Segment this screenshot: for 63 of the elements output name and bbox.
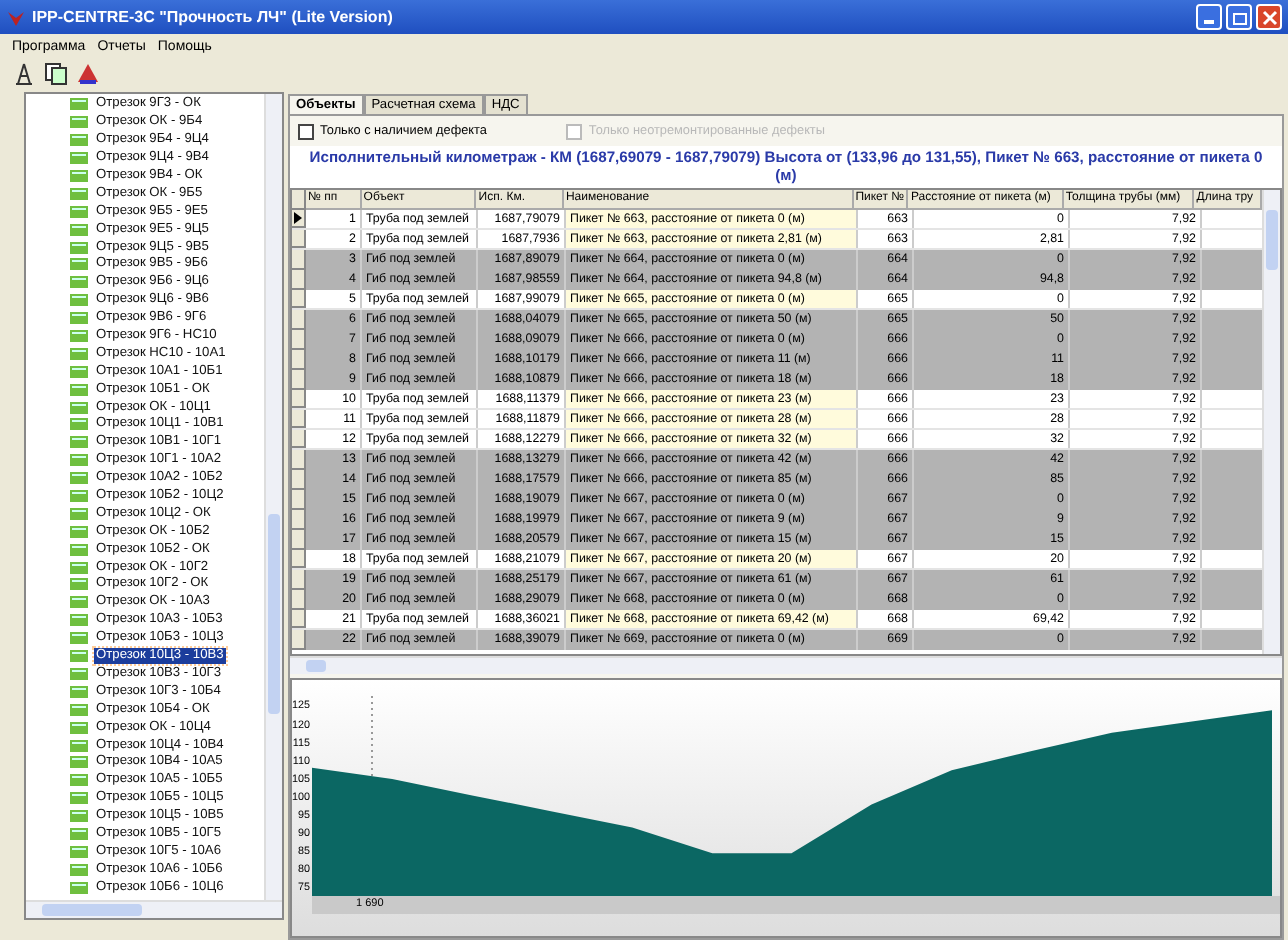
maximize-button[interactable]: [1226, 4, 1252, 30]
segment-icon: [70, 330, 88, 343]
scrollbar[interactable]: [264, 94, 282, 900]
segment-icon: [70, 312, 88, 325]
pyramid-icon[interactable]: [76, 62, 100, 86]
scrollbar[interactable]: [290, 656, 1282, 674]
restore-icon: [1231, 9, 1247, 25]
segment-icon: [70, 205, 88, 218]
current-row-icon: [294, 212, 302, 224]
scrollbar[interactable]: [26, 900, 282, 918]
segment-icon: [70, 685, 88, 698]
segment-icon: [70, 507, 88, 520]
segment-icon: [70, 561, 88, 574]
window-title: IPP-CENTRE-3C "Прочность ЛЧ" (Lite Version): [32, 8, 395, 26]
segment-icon: [70, 810, 88, 823]
segment-icon: [70, 98, 88, 111]
segment-icon: [70, 632, 88, 645]
segment-icon: [70, 418, 88, 431]
segment-icon: [70, 134, 88, 147]
segment-icon: [70, 578, 88, 591]
segment-icon: [70, 650, 88, 663]
segment-icon: [70, 490, 88, 503]
minimize-button[interactable]: [1196, 4, 1222, 30]
segment-icon: [70, 739, 88, 751]
segment-icon: [70, 472, 88, 485]
segment-icon: [70, 347, 88, 360]
tower-icon[interactable]: [12, 62, 36, 86]
segment-icon: [70, 187, 88, 200]
segment-icon: [70, 525, 88, 538]
segment-icon: [70, 170, 88, 182]
app-icon: [6, 7, 26, 27]
segment-icon: [70, 845, 88, 858]
segment-icon: [70, 596, 88, 609]
scrollbar[interactable]: [1262, 190, 1280, 654]
checkbox[interactable]: [298, 123, 314, 139]
segment-icon: [70, 454, 88, 467]
segment-icon: [70, 703, 88, 716]
close-button[interactable]: [1256, 4, 1282, 30]
close-icon: [1261, 9, 1277, 25]
segment-icon: [70, 294, 88, 307]
segment-icon: [70, 721, 88, 734]
segment-icon: [70, 614, 88, 627]
segment-icon: [70, 436, 88, 449]
segment-icon: [70, 276, 88, 289]
segment-icon: [70, 827, 88, 840]
segment-icon: [70, 881, 88, 894]
segment-icon: [70, 774, 88, 787]
segment-icon: [70, 756, 88, 769]
row-header[interactable]: [292, 210, 306, 228]
segment-icon: [70, 258, 88, 271]
segment-icon: [70, 543, 88, 556]
segment-icon: [70, 223, 88, 236]
segment-icon: [70, 792, 88, 805]
segment-icon: [70, 365, 88, 378]
minimize-icon: [1204, 20, 1214, 24]
segment-icon: [70, 383, 88, 396]
segment-icon: [70, 401, 88, 414]
segment-icon: [70, 667, 88, 680]
segment-icon: [70, 152, 88, 165]
copy-icon[interactable]: [44, 62, 68, 86]
segment-icon: [70, 241, 88, 254]
segment-icon: [70, 116, 88, 129]
segment-icon: [70, 863, 88, 876]
